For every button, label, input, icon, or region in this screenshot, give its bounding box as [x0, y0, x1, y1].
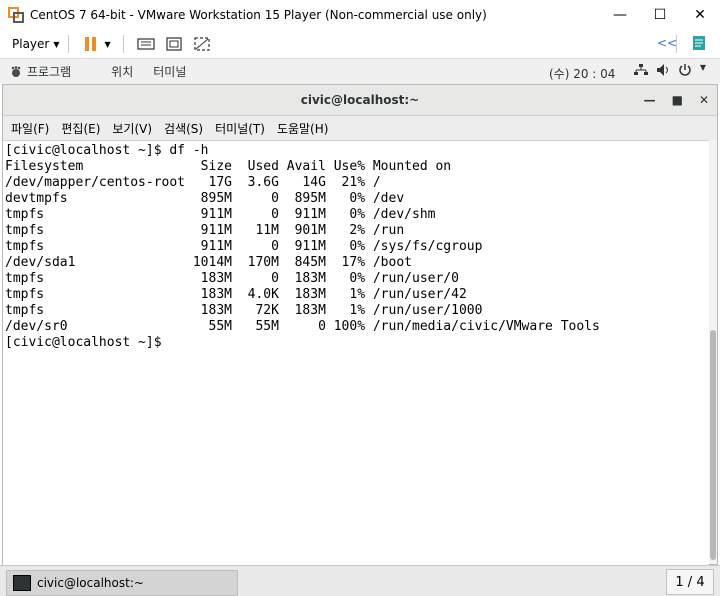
terminal-scrollbar[interactable]	[709, 140, 717, 564]
scrollbar-thumb[interactable]	[710, 330, 716, 560]
terminal-line: /dev/sda1 1014M 170M 845M 17% /boot	[5, 255, 412, 270]
close-icon[interactable]: ✕	[680, 0, 720, 30]
chevron-down-icon: ▼	[53, 39, 60, 49]
gnome-menus: 프로그램 위치 터미널	[10, 63, 206, 80]
window-controls: — ☐ ✕	[600, 0, 720, 30]
network-icon	[633, 64, 648, 75]
player-menu-button[interactable]: Player ▼	[12, 37, 60, 51]
terminal-text: [civic@localhost ~]$ df -h Filesystem Siz…	[3, 141, 709, 351]
toolbar-divider	[67, 35, 69, 53]
minimize-icon[interactable]: —	[600, 0, 640, 30]
maximize-icon[interactable]: ■	[672, 93, 683, 107]
pause-dropdown-icon[interactable]: ▼	[105, 40, 111, 49]
menu-edit[interactable]: 편집(E)	[61, 120, 100, 137]
terminal-icon	[13, 575, 31, 591]
fit-guest-button[interactable]	[163, 33, 185, 55]
player-label: Player	[12, 37, 50, 51]
terminal-window-controls: — ■ ✕	[644, 85, 709, 115]
keyboard-icon	[137, 38, 155, 50]
terminal-line: [civic@localhost ~]$ df -h	[5, 143, 209, 158]
close-icon[interactable]: ✕	[699, 93, 709, 107]
terminal-line: [civic@localhost ~]$	[5, 335, 170, 350]
terminal-line: /dev/sr0 55M 55M 0 100% /run/media/civic…	[5, 319, 600, 334]
vmware-toolbar: Player ▼ ▼ <<	[0, 30, 720, 58]
terminal-line: tmpfs 911M 11M 901M 2% /run	[5, 223, 405, 238]
gnome-taskbar: civic@localhost:~ 1 / 4	[0, 565, 720, 596]
maximize-icon[interactable]: ☐	[640, 0, 680, 30]
terminal-menu[interactable]: 터미널	[153, 63, 186, 80]
toolbar-divider	[676, 35, 677, 53]
vmware-title-bar: CentOS 7 64-bit - VMware Workstation 15 …	[0, 0, 720, 30]
vmware-logo-icon	[8, 7, 24, 23]
terminal-line: tmpfs 183M 4.0K 183M 1% /run/user/42	[5, 287, 467, 302]
places-menu[interactable]: 위치	[111, 63, 133, 80]
terminal-line: Filesystem Size Used Avail Use% Mounted …	[5, 159, 452, 174]
terminal-title: civic@localhost:~	[300, 93, 420, 107]
taskbar-item-label: civic@localhost:~	[37, 576, 144, 590]
toolbar-divider	[122, 35, 124, 53]
menu-terminal[interactable]: 터미널(T)	[215, 120, 265, 137]
menu-file[interactable]: 파일(F)	[11, 120, 49, 137]
terminal-line: tmpfs 911M 0 911M 0% /dev/shm	[5, 207, 436, 222]
applications-menu[interactable]: 프로그램	[10, 63, 91, 80]
taskbar-item-terminal[interactable]: civic@localhost:~	[6, 570, 238, 596]
terminal-line: tmpfs 911M 0 911M 0% /sys/fs/cgroup	[5, 239, 483, 254]
terminal-window: civic@localhost:~ — ■ ✕ 파일(F) 편집(E) 보기(V…	[2, 84, 718, 565]
applications-label: 프로그램	[27, 65, 72, 79]
terminal-output[interactable]: [civic@localhost ~]$ df -h Filesystem Siz…	[3, 140, 709, 565]
collapse-toolbar-icon[interactable]: <<	[657, 36, 677, 50]
fit-window-icon	[166, 37, 182, 51]
terminal-title-bar[interactable]: civic@localhost:~ — ■ ✕	[3, 85, 717, 116]
chevron-down-icon: ▼	[699, 63, 706, 72]
gnome-top-bar: 프로그램 위치 터미널 (수) 20 : 04 ▼	[0, 58, 720, 84]
unity-icon	[194, 37, 210, 51]
pause-button[interactable]	[80, 33, 102, 55]
workspace-pager[interactable]: 1 / 4	[666, 569, 714, 595]
system-tray[interactable]: ▼	[633, 63, 706, 77]
terminal-line: devtmpfs 895M 0 895M 0% /dev	[5, 191, 405, 206]
unity-button[interactable]	[191, 33, 213, 55]
menu-search[interactable]: 검색(S)	[164, 120, 203, 137]
menu-help[interactable]: 도움말(H)	[277, 120, 329, 137]
clock[interactable]: (수) 20 : 04	[549, 65, 615, 82]
power-icon	[679, 64, 691, 76]
minimize-icon[interactable]: —	[644, 93, 656, 107]
menu-view[interactable]: 보기(V)	[112, 120, 152, 137]
terminal-line: /dev/mapper/centos-root 17G 3.6G 14G 21%…	[5, 175, 381, 190]
pause-icon	[84, 37, 96, 51]
terminal-line: tmpfs 183M 72K 183M 1% /run/user/1000	[5, 303, 483, 318]
terminal-menubar: 파일(F) 편집(E) 보기(V) 검색(S) 터미널(T) 도움말(H)	[3, 116, 717, 140]
workspace-pager-label: 1 / 4	[675, 574, 705, 590]
terminal-line: tmpfs 183M 0 183M 0% /run/user/0	[5, 271, 459, 286]
send-ctrl-alt-del-button[interactable]	[135, 33, 157, 55]
window-title: CentOS 7 64-bit - VMware Workstation 15 …	[30, 8, 487, 22]
notes-icon[interactable]	[692, 35, 706, 55]
gnome-foot-icon	[11, 65, 21, 77]
volume-icon	[656, 64, 668, 76]
